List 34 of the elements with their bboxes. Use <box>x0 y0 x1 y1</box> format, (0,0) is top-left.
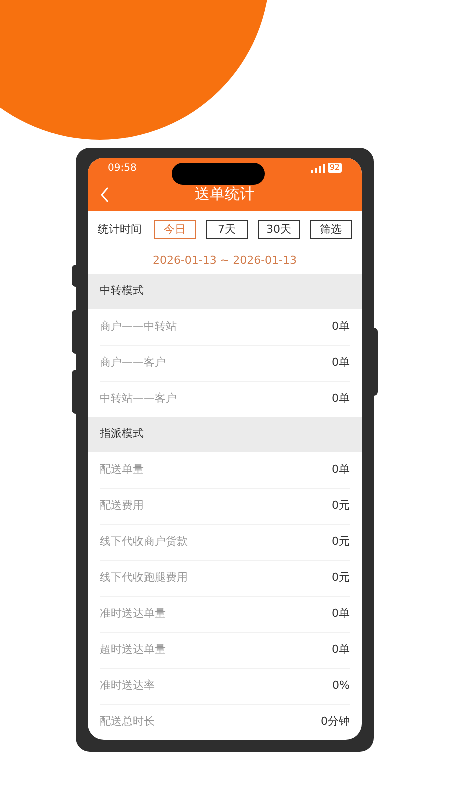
stat-value: 0元 <box>332 570 350 586</box>
filter-tab[interactable]: 30天 <box>258 220 300 240</box>
stat-value: 0% <box>332 678 350 694</box>
stat-label: 商户——中转站 <box>100 318 177 335</box>
stat-label: 配送费用 <box>100 498 144 514</box>
stat-value: 0单 <box>332 355 350 372</box>
filter-tab[interactable]: 筛选 <box>310 220 352 240</box>
stat-label: 配送总时长 <box>100 714 155 730</box>
filter-tab[interactable]: 7天 <box>206 220 248 240</box>
stat-label: 商户——客户 <box>100 355 166 372</box>
page-title: 送单统计 <box>195 184 255 206</box>
date-range: 2026-01-13 ~ 2026-01-13 <box>152 252 298 269</box>
filter-label: 统计时间 <box>98 222 142 238</box>
stat-value: 0分钟 <box>321 714 350 730</box>
stat-label: 超时送达单量 <box>100 642 166 658</box>
section-header: 指派模式 <box>88 417 362 452</box>
signal-icon <box>310 164 325 172</box>
stat-value: 0单 <box>332 606 350 622</box>
stat-label: 线下代收跑腿费用 <box>100 570 188 586</box>
back-icon[interactable] <box>100 186 110 203</box>
stat-value: 0元 <box>332 534 350 550</box>
stat-value: 0元 <box>332 498 350 514</box>
stat-label: 准时送达单量 <box>100 606 166 622</box>
stat-value: 0单 <box>332 462 350 478</box>
stat-value: 0单 <box>332 391 350 408</box>
stat-label: 准时送达率 <box>100 678 155 694</box>
stat-label: 配送单量 <box>100 462 144 478</box>
stat-value: 0单 <box>332 318 350 335</box>
stat-value: 0单 <box>332 642 350 658</box>
stat-label: 中转站——客户 <box>100 391 177 408</box>
battery-level: 92 <box>328 163 342 173</box>
status-time: 09:58 <box>108 162 137 176</box>
stat-label: 线下代收商户货款 <box>100 534 188 550</box>
section-header: 中转模式 <box>88 274 362 309</box>
